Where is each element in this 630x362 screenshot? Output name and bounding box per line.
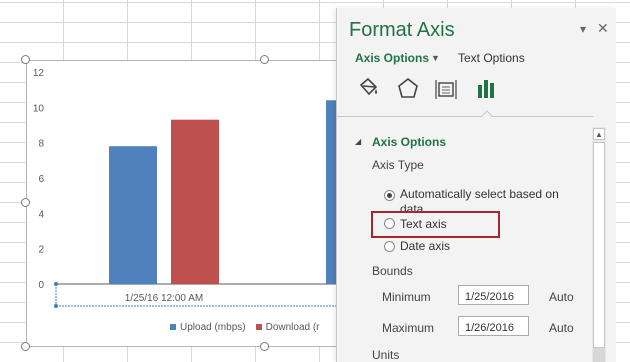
collapse-triangle-icon[interactable]: ◢ (355, 137, 361, 146)
axis-selection-dot (54, 304, 58, 308)
maximum-label: Maximum (382, 321, 435, 335)
y-tick-label: 10 (33, 103, 45, 114)
bar-upload-0 (109, 146, 157, 284)
bounds-label: Bounds (372, 264, 413, 278)
pane-divider (337, 116, 593, 117)
y-tick-label: 0 (38, 280, 44, 291)
pane-title: Format Axis (349, 19, 455, 41)
minimum-label: Minimum (382, 290, 431, 304)
format-axis-pane: Format Axis ▾ ✕ Axis Options ▼ Text Opti… (336, 8, 616, 362)
legend-swatch-upload (170, 324, 176, 330)
resize-handle-top[interactable] (260, 55, 269, 64)
units-label: Units (372, 348, 400, 362)
size-properties-icon[interactable] (433, 76, 459, 102)
close-icon[interactable]: ✕ (597, 20, 609, 37)
scroll-track[interactable] (593, 348, 605, 362)
y-tick-label: 4 (38, 209, 44, 220)
scroll-up-icon[interactable]: ▲ (593, 128, 605, 140)
tab-axis-options[interactable]: Axis Options (355, 51, 429, 65)
resize-handle-top-left[interactable] (21, 55, 30, 64)
resize-handle-left[interactable] (21, 198, 30, 207)
radio-date-axis-label[interactable]: Date axis (400, 239, 450, 254)
paint-bucket-icon[interactable] (355, 76, 381, 102)
y-tick-label: 8 (38, 139, 44, 150)
legend-swatch-download (255, 324, 262, 330)
bar-download-0 (171, 119, 219, 284)
axis-selection-dot (54, 282, 58, 286)
legend-item-upload[interactable]: Upload (mbps) (170, 320, 246, 334)
x-tick-label: 1/25/16 12:00 AM (125, 293, 203, 304)
y-tick-label: 2 (38, 245, 44, 256)
axis-type-label: Axis Type (372, 158, 424, 172)
selected-tab-pointer (481, 110, 493, 122)
maximum-auto-button[interactable]: Auto (549, 321, 574, 335)
maximum-bound-input[interactable] (458, 316, 529, 336)
section-title-axis-options[interactable]: Axis Options (372, 135, 446, 149)
chart-legend[interactable]: Upload (mbps) Download (r (170, 320, 320, 334)
legend-item-download[interactable]: Download (r (255, 320, 320, 334)
minimum-auto-button[interactable]: Auto (549, 290, 574, 304)
legend-label-download: Download (r (265, 321, 320, 333)
legend-label-upload: Upload (mbps) (180, 321, 246, 333)
resize-handle-bottom[interactable] (260, 342, 269, 351)
bar-chart-icon[interactable] (474, 76, 500, 102)
y-tick-label: 6 (38, 174, 44, 185)
radio-date-axis[interactable] (384, 241, 395, 252)
highlight-rectangle (371, 211, 500, 238)
chevron-down-icon[interactable]: ▼ (431, 53, 440, 63)
resize-handle-bottom-left[interactable] (21, 342, 30, 351)
pentagon-icon[interactable] (395, 76, 421, 102)
y-tick-label: 12 (33, 68, 45, 79)
minimum-bound-input[interactable] (458, 285, 529, 305)
scroll-thumb[interactable] (593, 142, 605, 348)
pane-options-icon[interactable]: ▾ (580, 22, 586, 36)
tab-text-options[interactable]: Text Options (458, 51, 525, 65)
radio-auto-select[interactable] (384, 190, 395, 201)
